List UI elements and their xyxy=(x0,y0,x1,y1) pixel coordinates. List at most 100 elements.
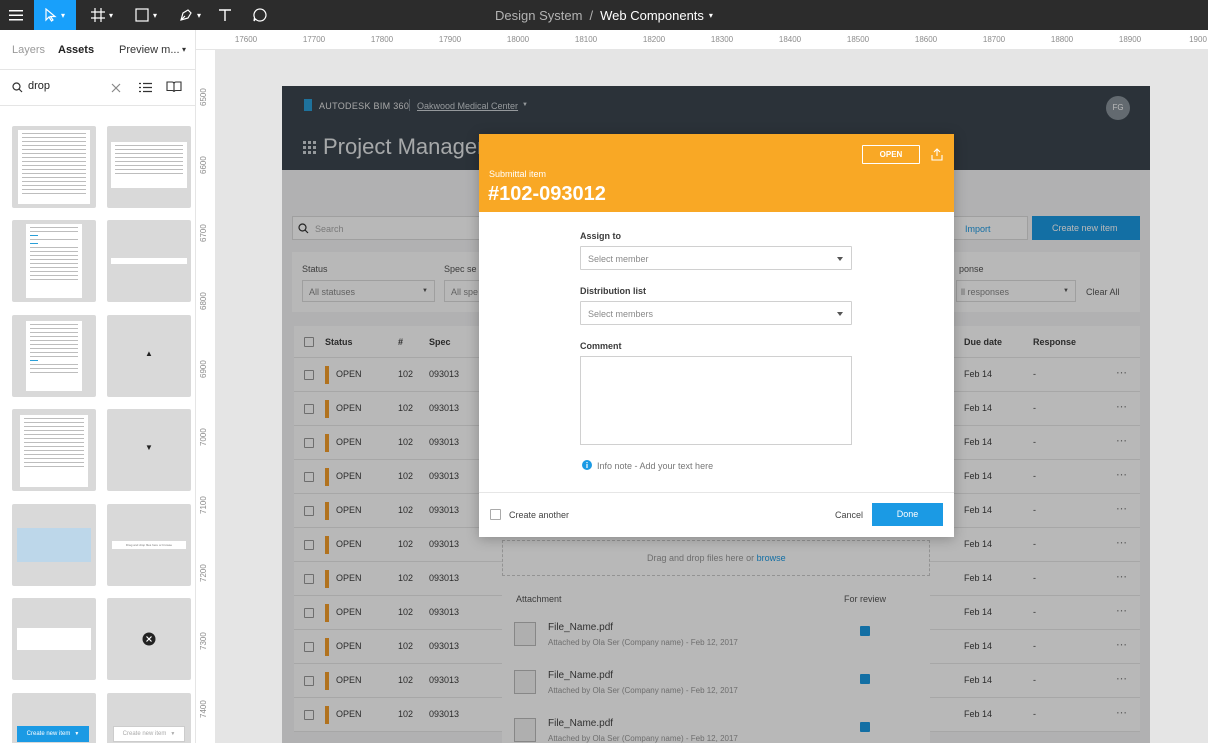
left-panel: Layers Assets Preview m... ▾ ▲ xyxy=(0,30,196,743)
asset-thumb-create-button-outline[interactable]: Create new item ▼ xyxy=(107,693,191,743)
modal-title: #102-093012 xyxy=(488,183,606,205)
ruler-x-tick-label: 18400 xyxy=(778,35,802,44)
ruler-x-tick-label: 17700 xyxy=(302,35,326,44)
move-tool-button[interactable]: ▾ xyxy=(34,0,76,30)
asset-thumb-filter-dropdown[interactable] xyxy=(12,315,96,397)
chevron-down-icon: ▾ xyxy=(108,10,113,20)
text-tool-button[interactable] xyxy=(212,0,238,30)
vertical-ruler: 6500 6600 6700 6800 6900 7000 7100 7200 7300 7400 xyxy=(196,50,216,743)
chevron-down-icon xyxy=(837,257,843,261)
ruler-y-tick-label: 6600 xyxy=(199,156,208,174)
ruler-y-tick-label: 7300 xyxy=(199,632,208,650)
modal-subtitle: Submittal item xyxy=(489,169,547,179)
clear-circle-icon xyxy=(142,632,156,646)
ruler-x-tick-label: 18000 xyxy=(506,35,530,44)
assign-to-label: Assign to xyxy=(580,231,622,241)
panel-tabs: Layers Assets Preview m... ▾ xyxy=(0,30,195,70)
ruler-y-tick-label: 7000 xyxy=(199,428,208,446)
ruler-x-tick-label: 18500 xyxy=(846,35,870,44)
submittal-item-modal: OPEN Submittal item #102-093012 Assign t… xyxy=(479,134,954,537)
create-new-item-preview: Create new item xyxy=(26,731,71,737)
ruler-x-tick-label: 17900 xyxy=(438,35,462,44)
done-button[interactable]: Done xyxy=(872,503,943,526)
asset-thumb-drop-area[interactable] xyxy=(12,504,96,586)
ruler-y-tick-label: 7200 xyxy=(199,564,208,582)
asset-search xyxy=(0,70,195,106)
top-toolbar: ▾ ▾ ▾ ▾ Design System / Web Components ▾ xyxy=(0,0,1208,30)
horizontal-ruler: 17600 17700 17800 17900 18000 18100 18200 18300… xyxy=(196,30,1208,50)
ruler-x-tick-label: 17800 xyxy=(370,35,394,44)
share-icon[interactable] xyxy=(931,148,943,161)
asset-thumb-checkbox-dropdown[interactable] xyxy=(12,220,96,302)
ruler-x-tick-label: 17600 xyxy=(234,35,258,44)
caret-up-icon: ▲ xyxy=(145,349,153,358)
chevron-down-icon: ▼ xyxy=(170,731,176,737)
ruler-y-tick-label: 6700 xyxy=(199,224,208,242)
status-button[interactable]: OPEN xyxy=(862,145,920,164)
ruler-x-tick-label: 1900 xyxy=(1189,35,1207,44)
create-another-checkbox[interactable] xyxy=(490,509,501,520)
shape-tool-button[interactable]: ▾ xyxy=(128,0,164,30)
modal-header: OPEN Submittal item #102-093012 xyxy=(479,134,954,212)
library-icon[interactable] xyxy=(166,81,182,93)
pen-tool-icon xyxy=(180,9,192,21)
ruler-y-tick-label: 6900 xyxy=(199,360,208,378)
chevron-down-icon: ▾ xyxy=(196,10,201,20)
ruler-y-tick-label: 7100 xyxy=(199,496,208,514)
distribution-list-label: Distribution list xyxy=(580,286,646,296)
hamburger-icon[interactable] xyxy=(0,0,32,30)
asset-thumb-clear-icon[interactable] xyxy=(107,598,191,680)
frame-tool-icon xyxy=(90,8,105,22)
breadcrumb-separator: / xyxy=(589,7,594,23)
list-view-icon[interactable] xyxy=(139,82,152,93)
ruler-y-tick-label: 6500 xyxy=(199,88,208,106)
close-icon[interactable] xyxy=(111,83,121,93)
shape-tool-icon xyxy=(135,8,149,22)
chevron-down-icon: ▾ xyxy=(152,10,157,20)
asset-thumb-caret-down[interactable]: ▼ xyxy=(107,409,191,491)
modal-footer-divider xyxy=(479,492,954,493)
asset-thumb-drag-drop-bar[interactable]: Drag and drop files here or browse xyxy=(107,504,191,586)
chevron-down-icon[interactable]: ▾ xyxy=(709,11,713,20)
asset-thumb-caret-up[interactable]: ▲ xyxy=(107,315,191,397)
search-input[interactable] xyxy=(28,80,98,92)
ruler-y-tick-label: 7400 xyxy=(199,700,208,718)
comment-tool-button[interactable] xyxy=(246,0,274,30)
tab-layers[interactable]: Layers xyxy=(12,44,45,56)
ruler-x-tick-label: 18200 xyxy=(642,35,666,44)
info-icon xyxy=(582,460,592,470)
assign-to-select[interactable]: Select member xyxy=(580,246,852,270)
create-another-label: Create another xyxy=(509,510,570,520)
caret-down-icon: ▼ xyxy=(145,443,153,452)
pen-tool-button[interactable]: ▾ xyxy=(172,0,208,30)
chevron-down-icon: ▾ xyxy=(60,10,65,20)
asset-thumb-dropdown-footer[interactable] xyxy=(107,220,191,302)
asset-thumb-create-button[interactable]: Create new item ▼ xyxy=(12,693,96,743)
comment-label: Comment xyxy=(580,341,622,351)
tab-preview[interactable]: Preview m... xyxy=(119,44,180,56)
ruler-x-tick-label: 18900 xyxy=(1118,35,1142,44)
file-name[interactable]: Web Components xyxy=(600,8,704,23)
chevron-down-icon[interactable]: ▾ xyxy=(182,45,186,54)
ruler-x-tick-label: 18700 xyxy=(982,35,1006,44)
project-name[interactable]: Design System xyxy=(495,8,582,23)
asset-thumb-upload-box[interactable] xyxy=(12,598,96,680)
ruler-x-tick-label: 18300 xyxy=(710,35,734,44)
comment-tool-icon xyxy=(253,8,267,22)
info-note: Info note - Add your text here xyxy=(597,461,714,471)
asset-thumb-dropdown-list[interactable] xyxy=(12,126,96,208)
comment-textarea[interactable] xyxy=(580,356,852,445)
asset-thumb-search-dropdown[interactable] xyxy=(12,409,96,491)
tab-assets[interactable]: Assets xyxy=(58,44,94,56)
move-tool-icon xyxy=(45,8,57,22)
ruler-y-tick-label: 6800 xyxy=(199,292,208,310)
asset-thumb-dropdown-menu[interactable] xyxy=(107,126,191,208)
create-new-item-outline-preview: Create new item xyxy=(122,731,167,737)
distribution-list-select[interactable]: Select members xyxy=(580,301,852,325)
drag-drop-snippet: Drag and drop files here or browse xyxy=(125,543,173,547)
ruler-x-tick-label: 18100 xyxy=(574,35,598,44)
text-tool-icon xyxy=(219,9,231,21)
cancel-button[interactable]: Cancel xyxy=(835,510,863,520)
ruler-x-tick-label: 18800 xyxy=(1050,35,1074,44)
frame-tool-button[interactable]: ▾ xyxy=(84,0,120,30)
